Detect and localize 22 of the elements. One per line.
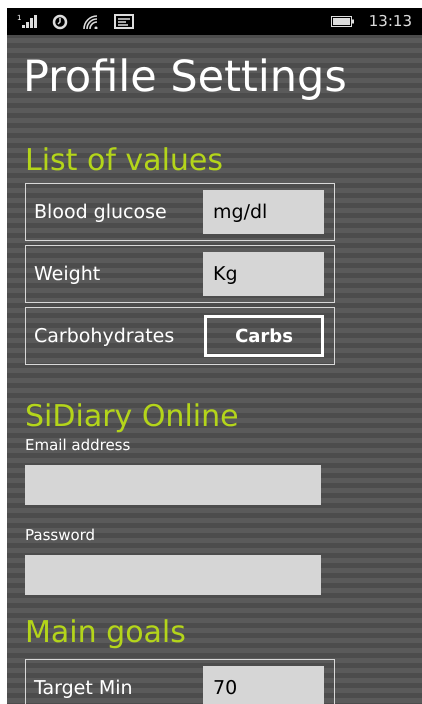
section-heading: List of values (25, 143, 224, 179)
unit-field[interactable]: Kg (203, 252, 324, 296)
carbs-button[interactable]: Carbs (204, 315, 324, 357)
setting-label: Blood glucose (34, 200, 167, 225)
battery-icon (330, 16, 355, 27)
clock-time: 13:13 (368, 11, 412, 32)
signal-icon (22, 15, 38, 28)
section-heading: SiDiary Online (25, 399, 240, 435)
wifi-icon (82, 14, 100, 29)
section-heading: Main goals (25, 615, 187, 651)
clock-icon (52, 14, 68, 30)
text-field[interactable] (25, 555, 321, 595)
setting-label: Target Min (34, 676, 133, 701)
unit-field[interactable]: 70 (203, 666, 324, 704)
field-label: Password (25, 525, 96, 545)
message-icon (114, 14, 134, 29)
field-label: Email address (25, 435, 132, 455)
setting-label: Carbohydrates (34, 324, 174, 349)
unit-field[interactable]: mg/dl (203, 190, 324, 234)
text-field[interactable] (25, 465, 321, 505)
setting-label: Weight (34, 262, 100, 287)
page-title: Profile Settings (23, 51, 348, 104)
